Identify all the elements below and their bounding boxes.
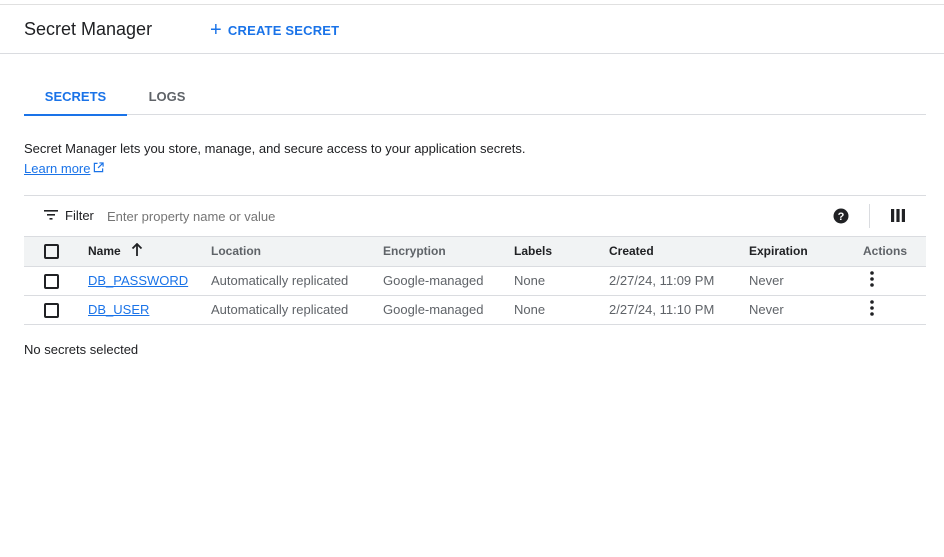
tab-logs[interactable]: LOGS — [139, 78, 195, 115]
created-cell: 2/27/24, 11:09 PM — [609, 266, 749, 296]
row-select-cell — [24, 266, 88, 296]
toolbar-divider — [869, 204, 870, 228]
filter-bar: Filter ? — [24, 195, 926, 237]
page-header: Secret Manager + CREATE SECRET — [0, 5, 944, 54]
arrow-up-icon[interactable] — [131, 242, 143, 259]
external-link-icon — [90, 161, 105, 176]
location-cell: Automatically replicated — [211, 295, 383, 325]
create-secret-button[interactable]: + CREATE SECRET — [210, 19, 339, 41]
select-all-checkbox[interactable] — [44, 243, 59, 259]
expiration-cell: Never — [749, 295, 863, 325]
tab-secrets[interactable]: SECRETS — [24, 78, 127, 116]
labels-cell: None — [514, 295, 609, 325]
selection-status: No secrets selected — [24, 342, 139, 357]
more-vert-icon[interactable] — [870, 300, 874, 319]
column-header-created[interactable]: Created — [609, 237, 749, 267]
create-secret-label: CREATE SECRET — [227, 22, 340, 38]
page-title: Secret Manager — [24, 19, 153, 39]
table-row: DB_USER Automatically replicated Google-… — [24, 295, 926, 325]
svg-text:?: ? — [838, 211, 845, 223]
page-description: Secret Manager lets you store, manage, a… — [24, 141, 526, 156]
column-header-name[interactable]: Name — [88, 237, 211, 267]
name-cell: DB_PASSWORD — [88, 266, 211, 296]
table-row: DB_PASSWORD Automatically replicated Goo… — [24, 266, 926, 296]
learn-more-link[interactable]: Learn more — [24, 161, 105, 176]
table-header-row: Name Location Encryption Labels Created … — [24, 237, 926, 267]
filter-icon[interactable] — [44, 209, 58, 224]
column-header-expiration[interactable]: Expiration — [749, 237, 863, 267]
row-select-cell — [24, 295, 88, 325]
location-cell: Automatically replicated — [211, 266, 383, 296]
encryption-cell: Google-managed — [383, 295, 514, 325]
secret-name-link[interactable]: DB_USER — [88, 302, 149, 317]
created-cell: 2/27/24, 11:10 PM — [609, 295, 749, 325]
column-header-actions: Actions — [863, 237, 926, 267]
column-header-name-label: Name — [88, 244, 121, 259]
actions-cell — [863, 295, 926, 325]
tab-bar: SECRETS LOGS — [24, 78, 926, 116]
select-all-cell — [24, 237, 88, 267]
filter-label: Filter — [65, 208, 94, 223]
more-vert-icon[interactable] — [870, 271, 874, 290]
secrets-table: Name Location Encryption Labels Created … — [24, 237, 926, 325]
learn-more-label: Learn more — [24, 161, 91, 176]
column-header-location[interactable]: Location — [211, 237, 383, 267]
plus-icon: + — [210, 19, 222, 41]
encryption-cell: Google-managed — [383, 266, 514, 296]
column-display-icon[interactable] — [891, 209, 905, 225]
expiration-cell: Never — [749, 266, 863, 296]
row-checkbox[interactable] — [44, 273, 59, 289]
actions-cell — [863, 266, 926, 296]
column-header-labels[interactable]: Labels — [514, 237, 609, 267]
help-icon[interactable]: ? — [833, 208, 849, 224]
filter-input[interactable] — [107, 206, 707, 226]
column-header-encryption[interactable]: Encryption — [383, 237, 514, 267]
name-cell: DB_USER — [88, 295, 211, 325]
labels-cell: None — [514, 266, 609, 296]
row-checkbox[interactable] — [44, 302, 59, 318]
secret-name-link[interactable]: DB_PASSWORD — [88, 273, 188, 288]
